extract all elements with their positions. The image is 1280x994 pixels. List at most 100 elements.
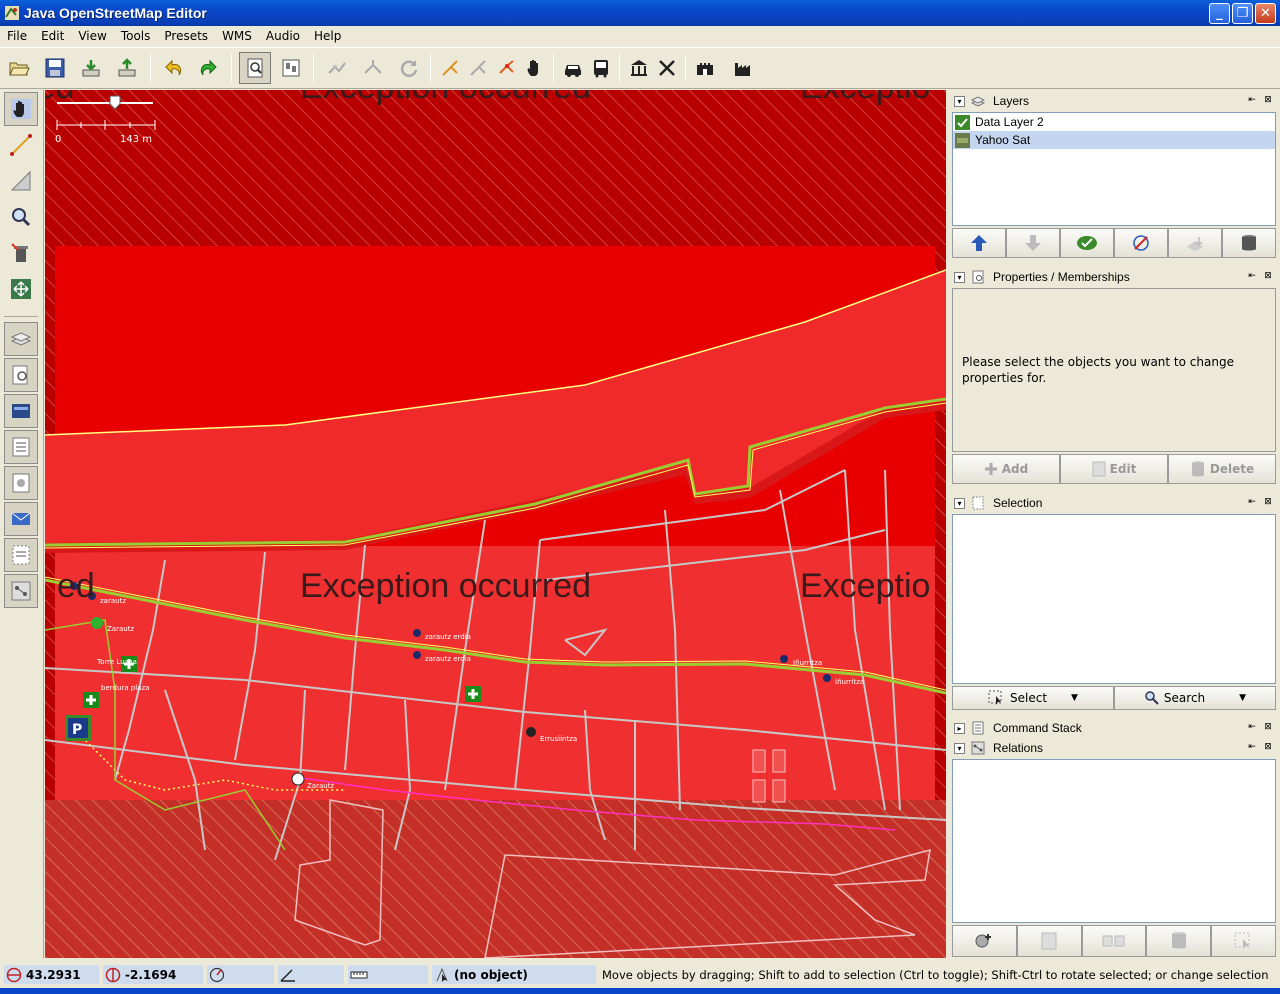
toggle-properties-button[interactable] bbox=[4, 358, 38, 392]
chevron-down-icon[interactable]: ▼ bbox=[1239, 693, 1246, 703]
delete-property-button[interactable]: Delete bbox=[1168, 454, 1276, 484]
map-view[interactable]: P zarautz Zarautz Torre Luzea berdura pl… bbox=[45, 90, 946, 958]
zoom-extent-button[interactable] bbox=[4, 272, 38, 306]
command-stack-panel-header[interactable]: ▸ Command Stack ⇤ ⊠ bbox=[950, 718, 1278, 738]
save-button[interactable] bbox=[39, 52, 71, 84]
undock-icon[interactable]: ⇤ bbox=[1246, 497, 1258, 509]
new-relation-button[interactable] bbox=[952, 925, 1017, 957]
split-way-button[interactable] bbox=[321, 52, 353, 84]
download-button[interactable] bbox=[75, 52, 107, 84]
toggle-layers-button[interactable] bbox=[4, 322, 38, 356]
collapse-toggle[interactable]: ▾ bbox=[954, 95, 965, 107]
toggle-messages-button[interactable] bbox=[4, 502, 38, 536]
menu-presets[interactable]: Presets bbox=[157, 26, 215, 46]
preset-bus-button[interactable] bbox=[585, 52, 617, 84]
duplicate-relation-button[interactable] bbox=[1081, 925, 1147, 957]
edit-relation-button[interactable] bbox=[1016, 925, 1082, 957]
zoom-extent-icon bbox=[11, 279, 31, 299]
map-label: Torre Luzea bbox=[96, 658, 137, 666]
undo-button[interactable] bbox=[158, 52, 190, 84]
tool-hand-button[interactable] bbox=[519, 52, 551, 84]
menu-wms[interactable]: WMS bbox=[215, 26, 259, 46]
menu-tools[interactable]: Tools bbox=[114, 26, 158, 46]
zoom-mode-button[interactable] bbox=[4, 200, 38, 234]
map-label: zarautz erdia bbox=[425, 655, 471, 663]
menu-audio[interactable]: Audio bbox=[259, 26, 307, 46]
edit-property-button[interactable]: Edit bbox=[1060, 454, 1168, 484]
close-panel-icon[interactable]: ⊠ bbox=[1262, 742, 1274, 754]
map-canvas[interactable]: P zarautz Zarautz Torre Luzea berdura pl… bbox=[45, 90, 946, 958]
close-button[interactable]: ✕ bbox=[1255, 3, 1276, 24]
layer-row-yahoo-sat[interactable]: Yahoo Sat bbox=[953, 131, 1275, 149]
relations-list[interactable] bbox=[952, 759, 1276, 923]
properties-panel-header[interactable]: ▾ Properties / Memberships ⇤ ⊠ bbox=[950, 267, 1278, 287]
maximize-button[interactable]: ❐ bbox=[1232, 3, 1253, 24]
selection-list-icon bbox=[12, 545, 30, 565]
move-up-button[interactable] bbox=[952, 228, 1006, 258]
minimize-button[interactable]: _ bbox=[1209, 3, 1230, 24]
reverse-way-button[interactable] bbox=[393, 52, 425, 84]
car-icon bbox=[565, 65, 581, 77]
delete-layer-button[interactable] bbox=[1222, 228, 1276, 258]
command-stack-panel-title: Command Stack bbox=[993, 721, 1082, 735]
menu-edit[interactable]: Edit bbox=[34, 26, 71, 46]
upload-button[interactable] bbox=[111, 52, 143, 84]
merge-layer-button[interactable] bbox=[1168, 228, 1222, 258]
toggle-relations-button[interactable] bbox=[4, 574, 38, 608]
toggle-commands-button[interactable] bbox=[4, 430, 38, 464]
command-stack-icon bbox=[972, 721, 984, 735]
draw-mode-button[interactable] bbox=[4, 128, 38, 162]
delete-mode-button[interactable] bbox=[4, 236, 38, 270]
select-mode-button[interactable] bbox=[4, 92, 38, 126]
open-button[interactable] bbox=[3, 52, 35, 84]
close-panel-icon[interactable]: ⊠ bbox=[1262, 271, 1274, 283]
close-panel-icon[interactable]: ⊠ bbox=[1262, 497, 1274, 509]
expand-toggle[interactable]: ▸ bbox=[954, 722, 965, 734]
undock-icon[interactable]: ⇤ bbox=[1246, 271, 1258, 283]
close-panel-icon[interactable]: ⊠ bbox=[1262, 722, 1274, 734]
combine-way-button[interactable] bbox=[357, 52, 389, 84]
add-property-button[interactable]: Add bbox=[952, 454, 1060, 484]
properties-panel-title: Properties / Memberships bbox=[993, 270, 1130, 284]
preset-cross-button[interactable] bbox=[651, 52, 683, 84]
edit-page-icon bbox=[1041, 932, 1057, 950]
extrude-mode-button[interactable] bbox=[4, 164, 38, 198]
josm-app-icon bbox=[5, 6, 19, 20]
undock-icon[interactable]: ⇤ bbox=[1246, 742, 1258, 754]
undock-icon[interactable]: ⇤ bbox=[1246, 95, 1258, 107]
toggle-history-button[interactable] bbox=[4, 394, 38, 428]
preset-castle-button[interactable] bbox=[689, 52, 721, 84]
selection-panel-header[interactable]: ▾ Selection ⇤ ⊠ bbox=[950, 493, 1278, 513]
status-bar: 43.2931 -2.1694 (no object) Move objects… bbox=[0, 962, 1280, 987]
preset-industrial-button[interactable] bbox=[727, 52, 759, 84]
move-down-button[interactable] bbox=[1006, 228, 1060, 258]
layers-panel-header[interactable]: ▾ Layers ⇤ ⊠ bbox=[950, 91, 1278, 111]
toggle-selection-button[interactable] bbox=[4, 538, 38, 572]
layer-row-data-layer-2[interactable]: Data Layer 2 bbox=[953, 113, 1275, 131]
collapse-toggle[interactable]: ▾ bbox=[954, 742, 965, 754]
undock-icon[interactable]: ⇤ bbox=[1246, 722, 1258, 734]
close-panel-icon[interactable]: ⊠ bbox=[1262, 95, 1274, 107]
menu-help[interactable]: Help bbox=[307, 26, 348, 46]
chevron-down-icon[interactable]: ▼ bbox=[1071, 693, 1078, 703]
redo-button[interactable] bbox=[192, 52, 224, 84]
menu-file[interactable]: File bbox=[0, 26, 34, 46]
search-button[interactable]: Search ▼ bbox=[1114, 686, 1276, 710]
collapse-toggle[interactable]: ▾ bbox=[954, 497, 965, 509]
delete-relation-button[interactable] bbox=[1146, 925, 1212, 957]
exception-text: Exception occurred bbox=[300, 90, 591, 106]
no-data-icon bbox=[1133, 235, 1149, 251]
floppy-save-icon bbox=[45, 58, 65, 78]
zoom-to-data-button[interactable] bbox=[239, 52, 271, 84]
select-button[interactable]: Select ▼ bbox=[952, 686, 1114, 710]
relations-panel-header[interactable]: ▾ Relations ⇤ ⊠ bbox=[950, 738, 1278, 758]
collapse-toggle[interactable]: ▾ bbox=[954, 271, 965, 283]
delete-layer-data-button[interactable] bbox=[1114, 228, 1168, 258]
toggle-conflict-button[interactable] bbox=[4, 466, 38, 500]
selection-list[interactable] bbox=[952, 514, 1276, 684]
preferences-button[interactable] bbox=[275, 52, 307, 84]
menu-view[interactable]: View bbox=[71, 26, 113, 46]
new-relation-icon bbox=[975, 934, 992, 948]
show-hide-button[interactable] bbox=[1060, 228, 1114, 258]
select-relation-members-button[interactable] bbox=[1211, 925, 1276, 957]
